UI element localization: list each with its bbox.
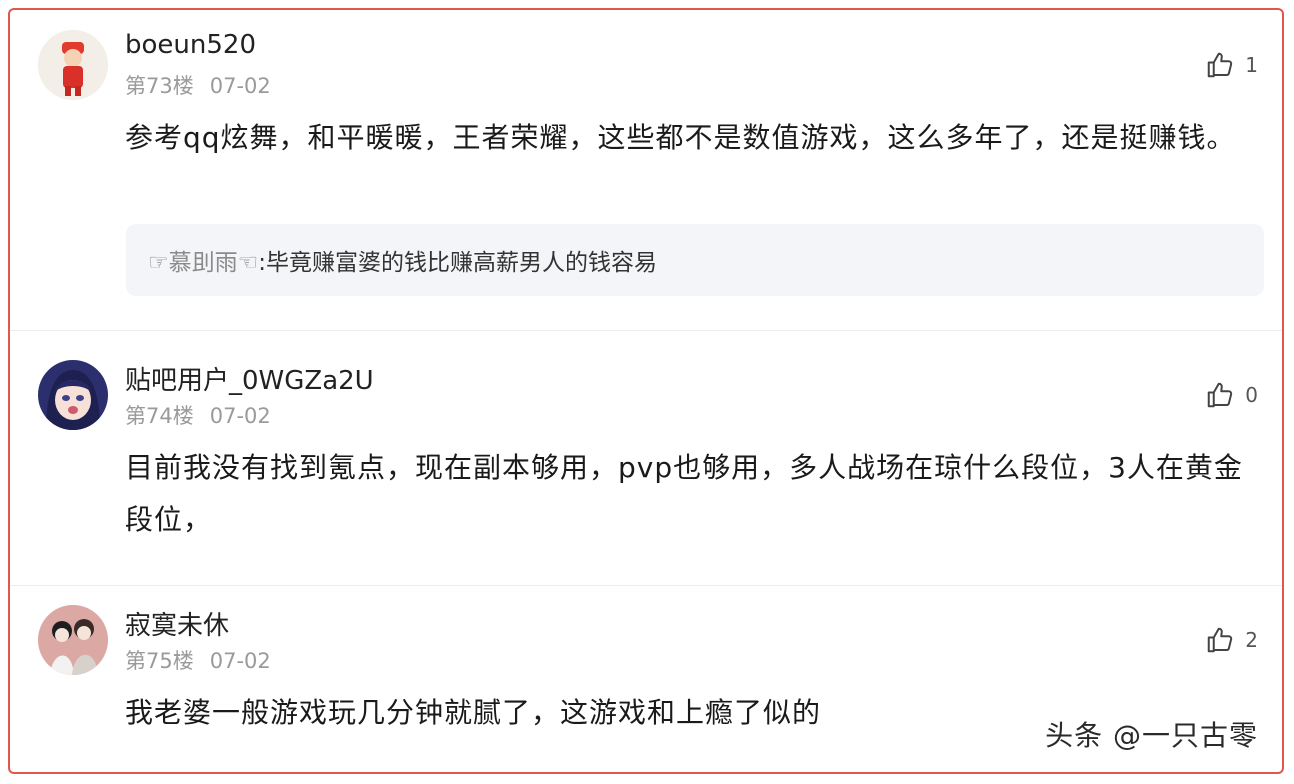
reply-username[interactable]: ☞慕刞雨☜ — [148, 243, 258, 277]
comment-date: 07-02 — [209, 74, 271, 98]
avatar-image — [38, 30, 108, 100]
watermark: 头条 @一只古零 — [1045, 719, 1258, 752]
like-button[interactable]: 2 — [1205, 625, 1258, 655]
thumbs-up-icon — [1208, 382, 1233, 408]
divider — [10, 330, 1282, 331]
comment-text: 目前我没有找到氪点，现在副本够用，pvp也够用，多人战场在琼什么段位，3人在黄金… — [125, 451, 1243, 536]
like-count: 2 — [1245, 628, 1258, 652]
thumbs-up-icon — [1208, 627, 1233, 653]
like-count: 1 — [1245, 53, 1258, 77]
avatar[interactable] — [38, 360, 108, 430]
comment-meta: 第73楼 07-02 — [125, 70, 271, 100]
comment-section: boeun520 第73楼 07-02 1 参考qq炫舞，和平暖暖，王者荣耀，这些… — [8, 8, 1284, 774]
reply-preview[interactable]: ☞慕刞雨☜ :毕竟赚富婆的钱比赚高薪男人的钱容易 — [126, 224, 1264, 296]
comment-date: 07-02 — [209, 404, 271, 428]
avatar[interactable] — [38, 605, 108, 675]
username[interactable]: 寂寞未休 — [125, 605, 229, 642]
thumbs-up-icon — [1208, 52, 1233, 78]
comment-meta: 第74楼 07-02 — [125, 400, 271, 430]
like-count: 0 — [1245, 383, 1258, 407]
comment-meta: 第75楼 07-02 — [125, 645, 271, 675]
like-button[interactable]: 0 — [1205, 380, 1258, 410]
divider — [10, 585, 1282, 586]
avatar-image — [38, 360, 108, 430]
avatar-image — [38, 605, 108, 675]
comment-date: 07-02 — [209, 649, 271, 673]
floor-number: 第73楼 — [125, 74, 194, 98]
username[interactable]: boeun520 — [125, 30, 256, 60]
floor-number: 第74楼 — [125, 404, 194, 428]
reply-text: :毕竟赚富婆的钱比赚高薪男人的钱容易 — [258, 250, 657, 276]
avatar[interactable] — [38, 30, 108, 100]
comment-text: 参考qq炫舞，和平暖暖，王者荣耀，这些都不是数值游戏，这么多年了，还是挺赚钱。 — [125, 121, 1236, 154]
username[interactable]: 贴吧用户_0WGZa2U — [125, 360, 374, 397]
floor-number: 第75楼 — [125, 649, 194, 673]
like-button[interactable]: 1 — [1205, 50, 1258, 80]
